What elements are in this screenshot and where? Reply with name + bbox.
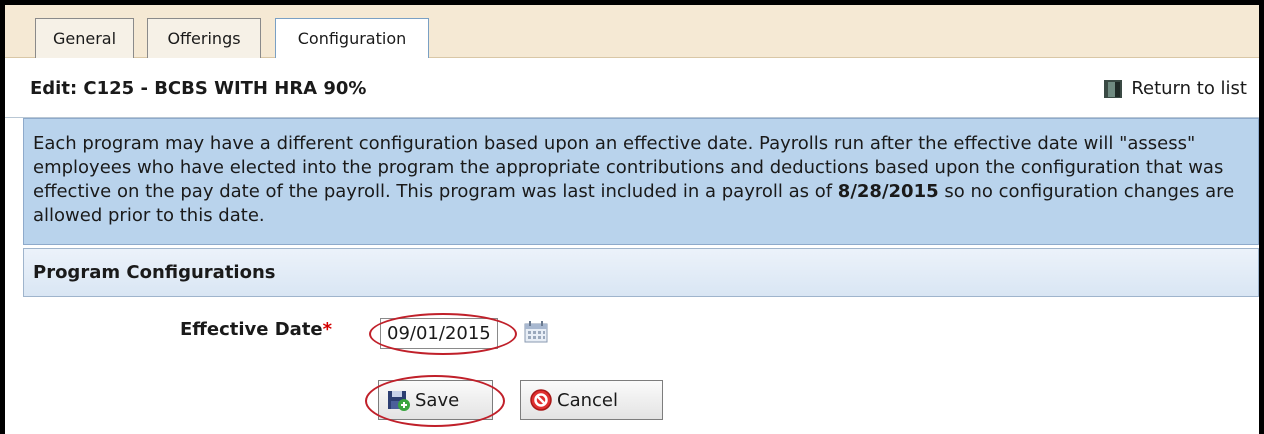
cancel-button-label: Cancel xyxy=(557,389,618,411)
save-icon xyxy=(388,391,410,411)
edit-header: Edit: C125 - BCBS WITH HRA 90% Return to… xyxy=(5,58,1259,118)
save-button[interactable]: Save xyxy=(378,380,493,420)
edit-program-page: General Offerings Configuration Edit: C1… xyxy=(5,5,1259,434)
info-message: Each program may have a different config… xyxy=(23,118,1259,245)
configuration-form: Effective Date* Save xyxy=(23,297,1259,434)
cancel-icon xyxy=(530,389,552,411)
calendar-icon[interactable] xyxy=(524,321,548,343)
effective-date-label-text: Effective Date xyxy=(180,319,323,340)
page-title: Edit: C125 - BCBS WITH HRA 90% xyxy=(30,78,367,99)
required-asterisk: * xyxy=(322,319,333,340)
save-button-label: Save xyxy=(415,389,460,411)
last-payroll-date: 8/28/2015 xyxy=(837,181,939,202)
tab-bar: General Offerings Configuration xyxy=(5,5,1259,60)
return-to-list-label: Return to list xyxy=(1131,78,1247,99)
tab-offerings[interactable]: Offerings xyxy=(147,18,261,59)
door-exit-icon xyxy=(1104,79,1123,98)
effective-date-input[interactable] xyxy=(380,318,498,349)
tab-configuration[interactable]: Configuration xyxy=(275,18,429,60)
cancel-button[interactable]: Cancel xyxy=(520,380,663,420)
effective-date-label: Effective Date* xyxy=(180,319,332,340)
tab-general[interactable]: General xyxy=(35,18,134,59)
return-to-list-link[interactable]: Return to list xyxy=(1103,78,1247,99)
section-header-program-configurations: Program Configurations xyxy=(23,248,1259,297)
